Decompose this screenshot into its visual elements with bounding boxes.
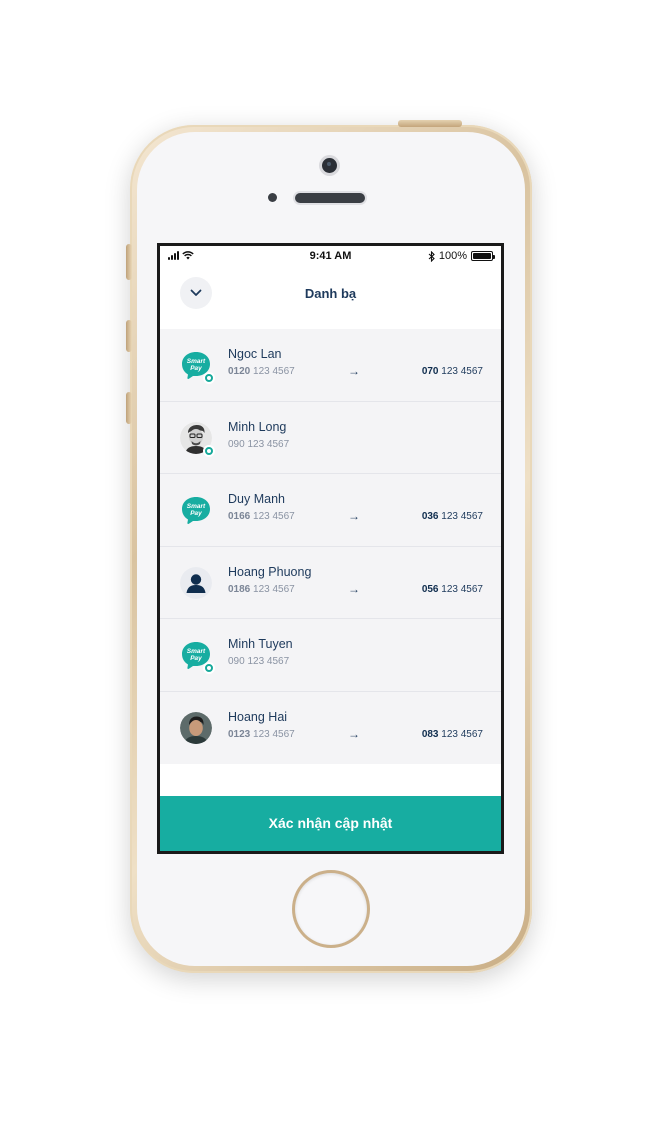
proximity-sensor (268, 193, 277, 202)
online-badge-icon (203, 662, 215, 674)
svg-text:Smart: Smart (187, 358, 206, 365)
avatar-wrap (180, 711, 212, 744)
new-phone-rest: 123 4567 (441, 366, 483, 377)
new-phone-number: 056 123 4567 (422, 584, 483, 595)
arrow-right-icon: → (348, 726, 360, 741)
avatar (180, 566, 212, 599)
old-phone-number: 0120 123 4567 (228, 366, 295, 377)
new-phone-number: 083 123 4567 (422, 729, 483, 740)
arrow-right-icon: → (348, 364, 360, 378)
avatar-wrap: Smart Pay (180, 349, 215, 384)
bluetooth-icon (428, 250, 435, 262)
old-phone-number: 0123 123 4567 (228, 729, 295, 740)
contact-name: Duy Manh (228, 492, 285, 506)
avatar (180, 711, 212, 744)
contact-name: Minh Long (228, 419, 287, 434)
new-phone-number: 036 123 4567 (422, 511, 483, 522)
new-phone-prefix: 083 (421, 728, 439, 740)
new-phone-rest: 123 4567 (441, 728, 483, 740)
page-title: Danh bạ (304, 286, 357, 301)
status-right: 100% (428, 250, 495, 262)
old-phone-number: 090 123 4567 (228, 656, 289, 667)
old-phone-prefix: 0186 (228, 583, 251, 595)
battery-icon (471, 251, 495, 261)
old-phone-rest: 123 4567 (253, 728, 295, 740)
old-phone-rest: 123 4567 (253, 511, 295, 522)
contact-row-6[interactable]: Hoang Hai 0123 123 4567 → 083 123 4567 (160, 692, 501, 765)
status-bar: 9:41 AM 100% (160, 246, 501, 268)
phone-screen: 9:41 AM 100% Danh bạ Smart Pay Ngoc Lan … (157, 243, 504, 854)
new-phone-rest: 123 4567 (441, 583, 483, 595)
online-badge-icon (203, 372, 215, 384)
svg-text:Smart: Smart (187, 503, 206, 510)
old-phone-rest: 090 123 4567 (228, 656, 290, 667)
contact-name: Hoang Phuong (228, 564, 312, 579)
old-phone-number: 0186 123 4567 (228, 584, 295, 595)
volume-down-button (126, 392, 132, 424)
svg-text:Smart: Smart (187, 648, 206, 655)
svg-text:Pay: Pay (190, 365, 202, 372)
avatar-wrap (180, 421, 215, 457)
old-phone-prefix: 0166 (228, 511, 251, 522)
old-phone-prefix: 0120 (228, 366, 251, 377)
smartpay-logo-icon: Smart Pay (180, 494, 212, 526)
new-phone-number: 070 123 4567 (422, 366, 483, 377)
arrow-right-icon: → (348, 509, 360, 523)
contact-row-1[interactable]: Smart Pay Ngoc Lan 0120 123 4567 → 070 12… (160, 329, 501, 402)
new-phone-prefix: 070 (421, 366, 439, 377)
old-phone-number: 090 123 4567 (228, 439, 289, 450)
avatar-wrap: Smart Pay (180, 639, 215, 674)
app-screen: 9:41 AM 100% Danh bạ Smart Pay Ngoc Lan … (160, 246, 501, 851)
avatar-wrap (180, 566, 212, 599)
front-camera (322, 158, 337, 173)
battery-percent: 100% (438, 250, 467, 262)
old-phone-rest: 123 4567 (253, 583, 295, 595)
contact-row-3[interactable]: Smart Pay Duy Manh 0166 123 4567 → 036 12… (160, 474, 501, 547)
mute-switch (126, 244, 132, 280)
new-phone-prefix: 056 (421, 583, 439, 595)
new-phone-rest: 123 4567 (441, 511, 483, 522)
contact-name: Ngoc Lan (228, 347, 282, 361)
contact-name: Hoang Hai (228, 709, 288, 724)
contact-list: Smart Pay Ngoc Lan 0120 123 4567 → 070 12… (160, 329, 501, 764)
online-badge-icon (203, 444, 215, 457)
contact-row-5[interactable]: Smart Pay Minh Tuyen 090 123 4567 (160, 619, 501, 692)
volume-up-button (126, 320, 132, 352)
nav-header: Danh bạ (160, 272, 501, 316)
contact-row-4[interactable]: Hoang Phuong 0186 123 4567 → 056 123 456… (160, 547, 501, 619)
earpiece-speaker (295, 193, 365, 203)
old-phone-number: 0166 123 4567 (228, 511, 295, 522)
power-button (398, 120, 462, 127)
old-phone-rest: 090 123 4567 (228, 438, 290, 450)
avatar-wrap: Smart Pay (180, 494, 212, 526)
confirm-update-button[interactable]: Xác nhận cập nhật (160, 796, 501, 851)
svg-text:Pay: Pay (190, 655, 202, 662)
arrow-right-icon: → (348, 581, 360, 596)
old-phone-prefix: 0123 (228, 728, 251, 740)
contact-name: Minh Tuyen (228, 637, 293, 651)
contact-row-2[interactable]: Minh Long 090 123 4567 (160, 402, 501, 474)
battery-fill (473, 253, 491, 259)
new-phone-prefix: 036 (421, 511, 439, 522)
home-button[interactable] (295, 873, 367, 945)
svg-text:Pay: Pay (190, 510, 202, 517)
old-phone-rest: 123 4567 (253, 366, 295, 377)
